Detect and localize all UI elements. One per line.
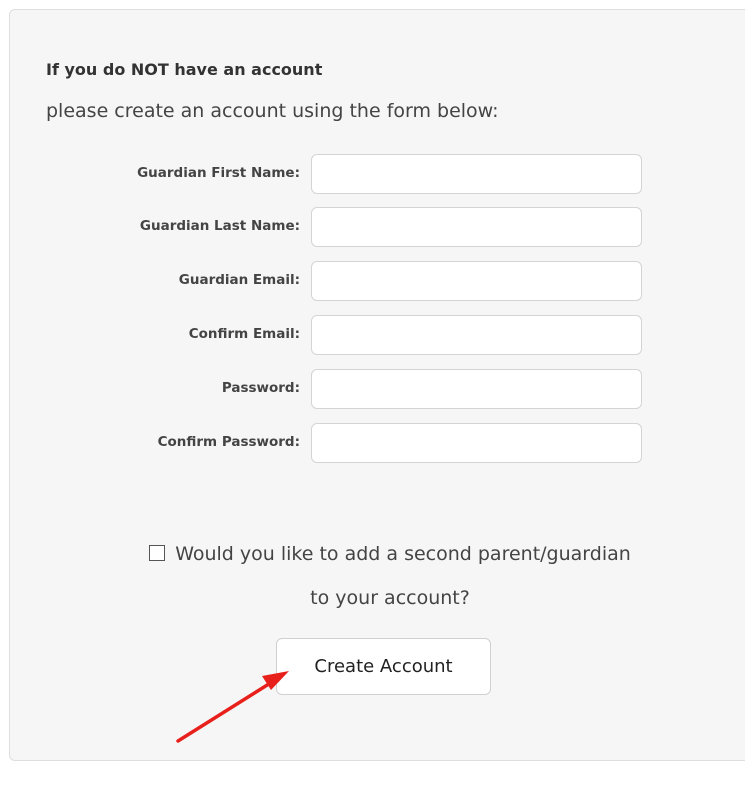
last-name-input[interactable] [311, 207, 642, 247]
confirm-password-label: Confirm Password: [157, 434, 300, 450]
second-guardian-checkbox[interactable] [149, 545, 166, 561]
form-row-first-name: Guardian First Name: [0, 154, 745, 196]
second-guardian-label-line1: Would you like to add a second parent/gu… [175, 543, 631, 565]
form-row-password: Password: [0, 369, 745, 411]
form-row-confirm-email: Confirm Email: [0, 315, 745, 357]
second-guardian-option: Would you like to add a second parent/gu… [0, 532, 745, 620]
confirm-password-input[interactable] [311, 423, 642, 463]
section-heading: If you do NOT have an account [46, 60, 323, 79]
email-input[interactable] [311, 261, 642, 301]
password-input[interactable] [311, 369, 642, 409]
form-row-last-name: Guardian Last Name: [0, 207, 745, 249]
first-name-label: Guardian First Name: [137, 165, 300, 181]
section-subheading: please create an account using the form … [46, 100, 499, 122]
first-name-input[interactable] [311, 154, 642, 194]
last-name-label: Guardian Last Name: [139, 218, 300, 234]
password-label: Password: [221, 380, 300, 396]
confirm-email-label: Confirm Email: [188, 326, 300, 342]
form-row-email: Guardian Email: [0, 261, 745, 303]
form-row-confirm-password: Confirm Password: [0, 423, 745, 465]
confirm-email-input[interactable] [311, 315, 642, 355]
email-label: Guardian Email: [178, 272, 300, 288]
create-account-button[interactable]: Create Account [276, 638, 491, 695]
second-guardian-label-line2: to your account? [310, 587, 470, 609]
